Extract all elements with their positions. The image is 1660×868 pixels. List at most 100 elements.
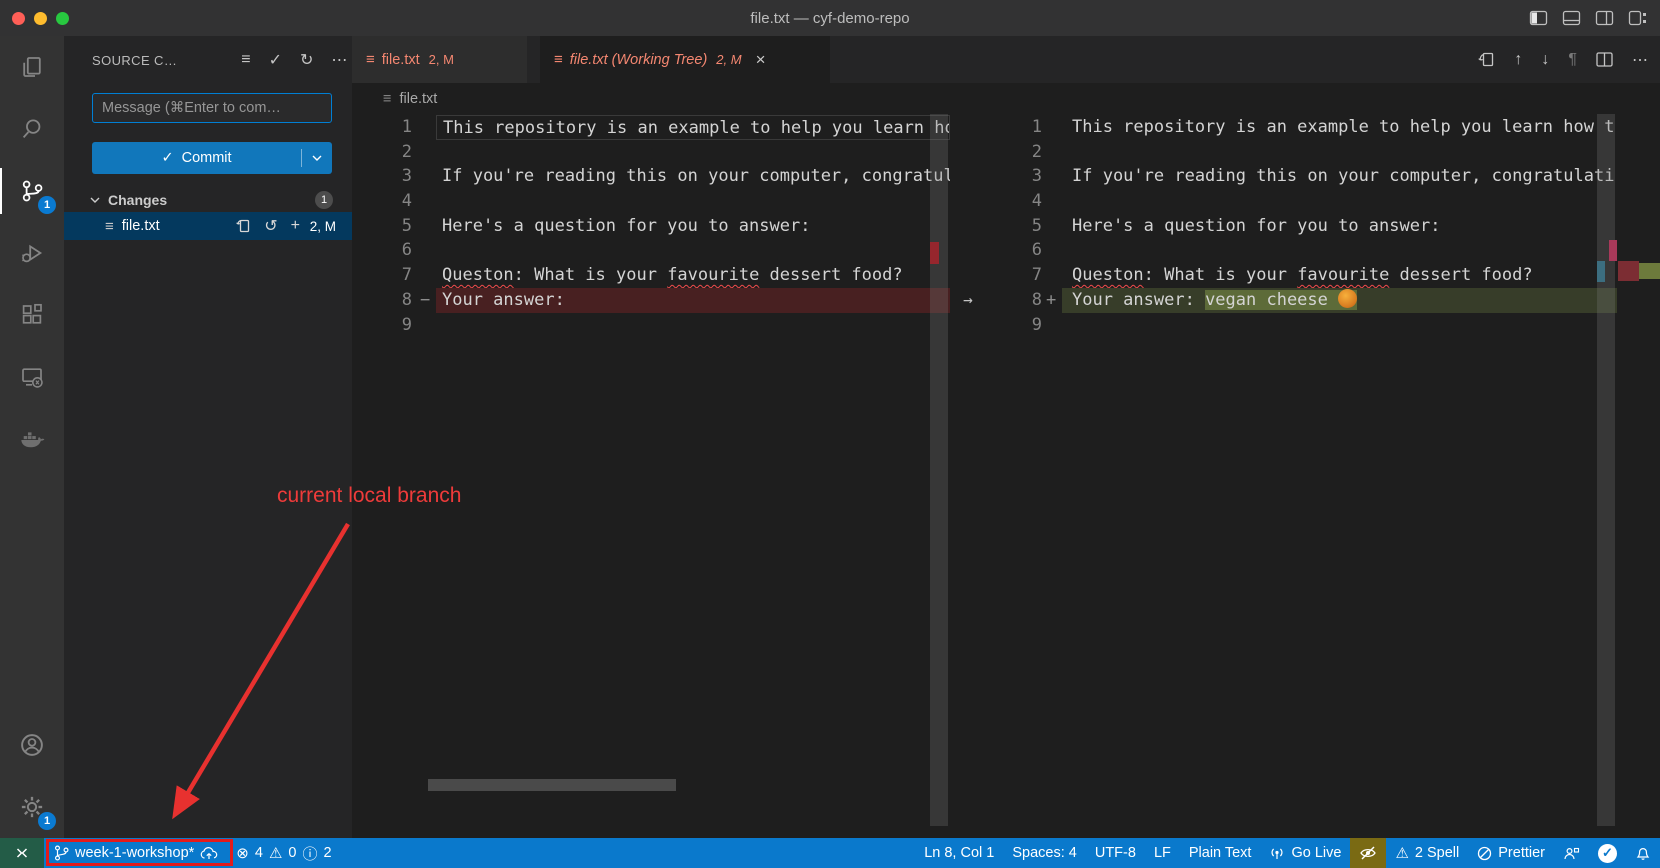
close-window-button[interactable]	[12, 12, 25, 25]
breadcrumb[interactable]: ≡ file.txt	[352, 83, 1660, 114]
discard-changes-icon[interactable]: ↺	[264, 216, 277, 236]
toggle-sidebar-icon[interactable]	[1530, 11, 1547, 25]
open-file-icon[interactable]	[236, 218, 251, 234]
sidebar-item-source-control[interactable]: 1	[0, 160, 64, 222]
changes-section-label: Changes	[108, 192, 167, 208]
activity-bar: 1	[0, 36, 64, 838]
line-text[interactable]	[436, 140, 950, 165]
minimize-window-button[interactable]	[34, 12, 47, 25]
line-text[interactable]: Queston: What is your favourite dessert …	[1062, 263, 1617, 288]
diff-line: 2	[352, 140, 950, 165]
diff-left-editor[interactable]: 1 This repository is an example to help …	[352, 115, 950, 337]
diff-line: 4	[352, 189, 950, 214]
diff-line: 1 This repository is an example to help …	[950, 115, 1660, 140]
sidebar-item-extensions[interactable]	[0, 284, 64, 346]
tab-bar: ≡ file.txt 2, M ≡ file.txt (Working Tree…	[352, 36, 1660, 83]
spell-checker-hidden-toggle[interactable]	[1350, 838, 1386, 868]
line-text[interactable]	[436, 238, 950, 263]
render-whitespace-icon[interactable]: ¶	[1568, 51, 1577, 69]
line-text[interactable]	[1062, 238, 1617, 263]
next-change-icon[interactable]: ↓	[1541, 51, 1549, 69]
more-actions-icon[interactable]: ⋯	[1632, 50, 1648, 70]
diff-line: 9	[950, 313, 1660, 338]
horizontal-scrollbar[interactable]	[428, 779, 676, 791]
cursor-position-indicator[interactable]: Ln 8, Col 1	[915, 838, 1003, 868]
line-text[interactable]	[1062, 140, 1617, 165]
sidebar-item-search[interactable]	[0, 98, 64, 160]
more-actions-icon[interactable]: ⋯	[331, 50, 347, 70]
line-text[interactable]	[1062, 189, 1617, 214]
settings-button[interactable]: 1	[0, 776, 64, 838]
line-text[interactable]: Queston: What is your favourite dessert …	[436, 263, 950, 288]
line-text[interactable]	[436, 313, 950, 338]
sidebar-item-explorer[interactable]	[0, 36, 64, 98]
go-live-button[interactable]: Go Live	[1260, 838, 1350, 868]
file-status-label: 2, M	[310, 219, 336, 234]
stage-changes-icon[interactable]: +	[291, 217, 300, 235]
line-text[interactable]: Here's a question for you to answer:	[1062, 214, 1617, 239]
sidebar-item-remote-explorer[interactable]	[0, 346, 64, 408]
extension-status-check[interactable]: ✓	[1589, 838, 1626, 868]
commit-message-input[interactable]	[92, 93, 332, 123]
branch-indicator[interactable]: week-1-workshop*	[44, 838, 227, 868]
line-text[interactable]: Here's a question for you to answer:	[436, 214, 950, 239]
zoom-window-button[interactable]	[56, 12, 69, 25]
commit-button[interactable]: ✓ Commit	[92, 142, 332, 174]
eol-indicator[interactable]: LF	[1145, 838, 1180, 868]
info-icon: ⓘ	[302, 843, 317, 864]
line-text[interactable]: This repository is an example to help yo…	[436, 115, 950, 140]
revert-block-arrow-icon[interactable]: →	[950, 288, 986, 313]
diff-line: 3 If you're reading this on your compute…	[352, 164, 950, 189]
previous-change-icon[interactable]: ↑	[1514, 51, 1522, 69]
left-editor-scrollbar[interactable]	[930, 114, 948, 826]
line-number: 4	[986, 189, 1046, 214]
changes-section-header[interactable]: Changes 1	[64, 188, 352, 212]
line-text[interactable]	[1062, 313, 1617, 338]
commit-button-main[interactable]: ✓ Commit	[92, 150, 301, 166]
line-text[interactable]: This repository is an example to help yo…	[1062, 115, 1617, 140]
commit-dropdown-button[interactable]	[302, 155, 332, 161]
line-text[interactable]: Your answer:	[436, 288, 950, 313]
problems-indicator[interactable]: ⊗ 4 ⚠ 0 ⓘ 2	[227, 838, 340, 868]
line-text[interactable]	[436, 189, 950, 214]
line-text[interactable]: If you're reading this on your computer,…	[1062, 164, 1617, 189]
toggle-secondary-sidebar-icon[interactable]	[1596, 11, 1613, 25]
line-text[interactable]: Your answer: vegan cheese 🥮	[1062, 288, 1617, 313]
close-tab-icon[interactable]: ×	[756, 50, 766, 70]
right-editor-scrollbar[interactable]	[1597, 114, 1615, 826]
scm-changes-badge: 1	[38, 196, 56, 214]
line-number: 1	[986, 115, 1046, 140]
refresh-icon[interactable]: ↻	[300, 50, 313, 70]
line-text[interactable]: If you're reading this on your computer,…	[436, 164, 950, 189]
open-remote-window-button[interactable]	[0, 838, 44, 868]
commit-action-icon[interactable]: ✓	[269, 50, 282, 70]
tab-label: file.txt (Working Tree)	[570, 52, 708, 68]
remote-indicator-icon	[14, 845, 30, 861]
breadcrumb-file[interactable]: file.txt	[399, 91, 437, 107]
view-and-sort-icon[interactable]: ≡	[241, 51, 250, 69]
changed-file-row[interactable]: ≡ file.txt ↺ + 2, M	[64, 212, 352, 240]
warning-icon: ⚠	[269, 844, 282, 862]
tab-file-txt-working-tree[interactable]: ≡ file.txt (Working Tree) 2, M ×	[540, 36, 830, 83]
sidebar-item-docker[interactable]	[0, 408, 64, 470]
diff-line: 9	[352, 313, 950, 338]
diff-right-editor[interactable]: 1 This repository is an example to help …	[950, 115, 1660, 337]
notifications-button[interactable]	[1626, 838, 1660, 868]
spell-problems-indicator[interactable]: ⚠ 2 Spell	[1386, 838, 1468, 868]
remote-explorer-icon	[20, 365, 44, 389]
prettier-indicator[interactable]: Prettier	[1468, 838, 1554, 868]
line-number: 8	[352, 288, 420, 313]
sidebar-item-run-debug[interactable]	[0, 222, 64, 284]
toggle-panel-icon[interactable]	[1563, 11, 1580, 25]
indentation-indicator[interactable]: Spaces: 4	[1003, 838, 1086, 868]
diff-line: 1 This repository is an example to help …	[352, 115, 950, 140]
customize-layout-icon[interactable]	[1629, 11, 1646, 25]
feedback-button[interactable]	[1554, 838, 1589, 868]
accounts-button[interactable]	[0, 714, 64, 776]
tab-file-txt[interactable]: ≡ file.txt 2, M	[352, 36, 527, 83]
split-editor-icon[interactable]	[1596, 52, 1613, 67]
open-changes-icon[interactable]	[1477, 51, 1495, 68]
source-control-sidebar: SOURCE C… ≡ ✓ ↻ ⋯ ✓ Commit Changes 1	[64, 36, 352, 838]
language-mode-indicator[interactable]: Plain Text	[1180, 838, 1261, 868]
encoding-indicator[interactable]: UTF-8	[1086, 838, 1145, 868]
